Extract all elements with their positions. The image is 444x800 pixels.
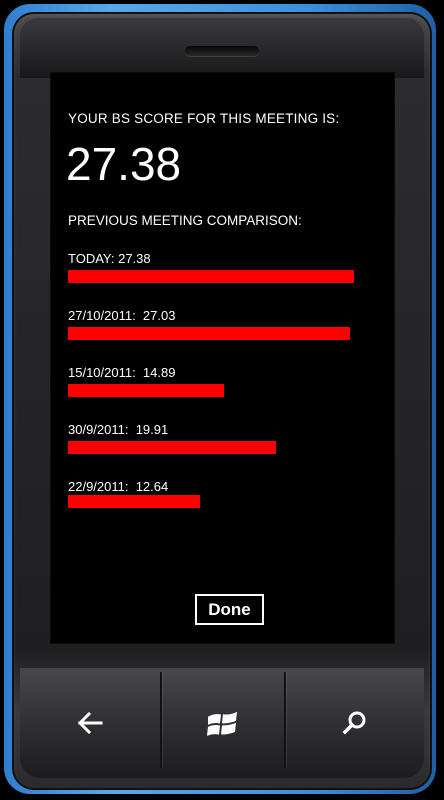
comparison-title: PREVIOUS MEETING COMPARISON:: [68, 213, 302, 228]
entry-bar-3: [68, 441, 276, 454]
entry-label-4: 22/9/2011: 12.64: [68, 479, 169, 494]
done-button[interactable]: Done: [195, 594, 264, 625]
entry-label-3: 30/9/2011: 19.91: [68, 422, 169, 437]
back-arrow-icon: [77, 712, 103, 734]
entry-label-1: 27/10/2011: 27.03: [68, 308, 176, 323]
entry-bar-0: [68, 270, 354, 283]
phone-screen: YOUR BS SCORE FOR THIS MEETING IS: 27.38…: [50, 72, 395, 644]
entry-label-0: TODAY: 27.38: [68, 251, 151, 266]
score-value: 27.38: [66, 138, 182, 190]
entry-label-2: 15/10/2011: 14.89: [68, 365, 176, 380]
entry-bar-2: [68, 384, 224, 397]
search-icon: [342, 711, 366, 735]
start-button[interactable]: [162, 668, 284, 778]
hardware-button-bar: [20, 668, 424, 778]
search-button[interactable]: [286, 668, 424, 778]
speaker-grille: [185, 46, 259, 56]
entry-bar-1: [68, 327, 350, 340]
score-title: YOUR BS SCORE FOR THIS MEETING IS:: [68, 111, 340, 126]
windows-logo-icon: [207, 711, 237, 736]
entry-bar-4: [68, 495, 200, 508]
back-button[interactable]: [20, 668, 160, 778]
